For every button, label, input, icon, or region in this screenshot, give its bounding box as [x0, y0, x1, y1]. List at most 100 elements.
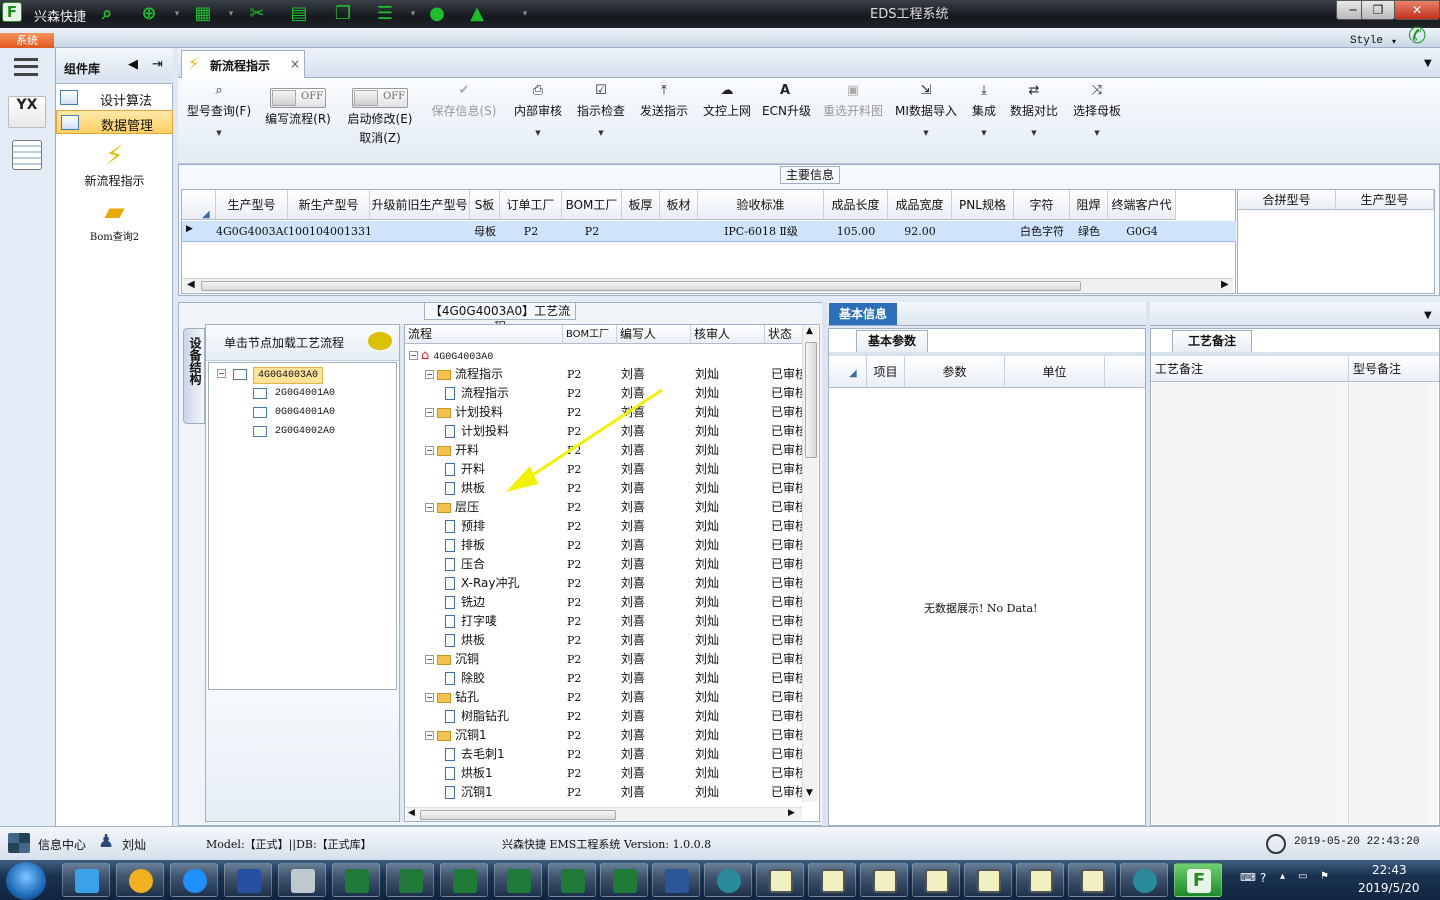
collapse-icon[interactable]: − [425, 693, 434, 702]
column-header[interactable]: 终端客户代码 [1108, 190, 1176, 242]
chevron-down-icon[interactable]: ▾ [1392, 37, 1396, 46]
status-cell[interactable]: 已审核 [771, 669, 803, 688]
column-header[interactable]: 板厚 [622, 190, 660, 220]
reviewer-cell[interactable]: 刘灿 [695, 631, 765, 650]
tab-list-icon[interactable]: ▼ [1424, 58, 1432, 69]
column-header[interactable]: 型号备注 [1349, 356, 1439, 382]
column-header[interactable]: 验收标准 [698, 190, 824, 220]
integrate-button[interactable]: ⤓ 集成 ▼ [968, 82, 1000, 154]
taskbar-app[interactable] [1068, 863, 1116, 897]
taskbar-app[interactable] [704, 863, 752, 897]
panel-menu-icon[interactable]: ▼ [1424, 310, 1432, 321]
bom-factory-cell[interactable]: P2 [567, 517, 617, 536]
chart-icon[interactable]: ▲ [464, 2, 490, 26]
process-row[interactable]: − 层压 P2刘喜刘灿已审核 [405, 498, 803, 517]
bom-factory-cell[interactable]: P2 [567, 593, 617, 612]
tray-date[interactable]: 2019/5/20 [1358, 881, 1420, 895]
bom-factory-cell[interactable]: P2 [567, 460, 617, 479]
writer-cell[interactable]: 刘喜 [621, 555, 691, 574]
write-flow-toggle[interactable]: OFF 编写流程(R) [260, 82, 336, 154]
reviewer-cell[interactable]: 刘灿 [695, 764, 765, 783]
user-icon[interactable]: ● [424, 2, 450, 26]
tray-time[interactable]: 22:43 [1372, 863, 1407, 877]
process-notes-tab[interactable]: 工艺备注 [1172, 330, 1252, 352]
start-edit-toggle[interactable]: OFF 启动修改(E) 取消(Z) [344, 82, 416, 154]
bom-factory-cell[interactable]: P2 [567, 726, 617, 745]
reviewer-cell[interactable]: 刘灿 [695, 517, 765, 536]
column-header[interactable]: 工艺备注 [1151, 356, 1349, 382]
status-cell[interactable]: 已审核 [771, 574, 803, 593]
status-cell[interactable]: 已审核 [771, 783, 803, 802]
scissors-icon[interactable]: ✂ [244, 2, 270, 26]
collapse-icon[interactable]: − [425, 731, 434, 740]
status-cell[interactable]: 已审核 [771, 517, 803, 536]
bom-factory-cell[interactable]: P2 [567, 745, 617, 764]
column-header[interactable]: 项目 [867, 356, 905, 388]
scroll-right-icon[interactable]: ▶ [1221, 279, 1229, 290]
vertical-splitter[interactable] [822, 302, 827, 826]
calculator-icon[interactable] [12, 140, 42, 170]
process-row[interactable]: 开料 P2刘喜刘灿已审核 [405, 460, 803, 479]
bom-factory-cell[interactable]: P2 [567, 403, 617, 422]
process-row[interactable]: 流程指示 P2刘喜刘灿已审核 [405, 384, 803, 403]
taskbar-app[interactable] [1016, 863, 1064, 897]
collapse-icon[interactable]: − [425, 503, 434, 512]
tree-node[interactable]: − 4G0G4003A0 [209, 365, 396, 384]
toggle-switch[interactable]: OFF [270, 88, 326, 108]
column-header[interactable]: 板材 [660, 190, 698, 220]
scroll-left-icon[interactable]: ◀ [408, 808, 415, 818]
bom-factory-cell[interactable]: P2 [567, 650, 617, 669]
process-note-textarea[interactable] [1152, 383, 1349, 824]
windows-icon[interactable] [8, 833, 30, 853]
chevron-down-icon[interactable]: ▾ [518, 2, 532, 26]
status-cell[interactable]: 已审核 [771, 441, 803, 460]
writer-cell[interactable]: 刘喜 [621, 688, 691, 707]
status-cell[interactable]: 已审核 [771, 764, 803, 783]
writer-cell[interactable]: 刘喜 [621, 707, 691, 726]
bom-factory-cell[interactable]: P2 [567, 479, 617, 498]
writer-cell[interactable]: 刘喜 [621, 536, 691, 555]
process-row[interactable]: 除胶 P2刘喜刘灿已审核 [405, 669, 803, 688]
phone-icon[interactable]: ✆ [1408, 24, 1426, 49]
search-icon[interactable]: ⌕ [94, 2, 120, 26]
tree-node[interactable]: 2G0G4002A0 [209, 422, 396, 441]
status-cell[interactable]: 已审核 [771, 498, 803, 517]
collapse-icon[interactable]: − [217, 369, 226, 378]
taskbar-app-eds[interactable]: F [1174, 863, 1222, 897]
collapse-icon[interactable]: − [425, 408, 434, 417]
reviewer-cell[interactable]: 刘灿 [695, 479, 765, 498]
textarea-scrollbar[interactable] [1336, 384, 1348, 824]
column-header[interactable]: 合拼型号 [1238, 190, 1336, 210]
process-row[interactable]: 树脂钻孔 P2刘喜刘灿已审核 [405, 707, 803, 726]
column-header[interactable]: 流程 [405, 325, 563, 344]
writer-cell[interactable]: 刘喜 [621, 574, 691, 593]
reviewer-cell[interactable]: 刘灿 [695, 384, 765, 403]
documents-icon[interactable]: ❐ [330, 2, 356, 26]
status-cell[interactable]: 已审核 [771, 612, 803, 631]
model-query-button[interactable]: ⌕ 型号查询(F) ▼ [184, 82, 254, 154]
system-tab[interactable]: 系统 [0, 33, 54, 48]
taskbar-app[interactable] [860, 863, 908, 897]
table-cell[interactable]: 母板 [470, 222, 500, 242]
table-cell[interactable] [370, 222, 470, 242]
tab-new-flow-instruction[interactable]: ⚡ 新流程指示 × [181, 50, 305, 78]
column-header[interactable]: 阻焊 [1070, 190, 1108, 220]
status-cell[interactable]: 已审核 [771, 403, 803, 422]
taskbar-app[interactable] [808, 863, 856, 897]
writer-cell[interactable]: 刘喜 [621, 365, 691, 384]
taskbar-app[interactable] [224, 863, 272, 897]
table-cell[interactable]: P2 [562, 222, 622, 242]
process-row[interactable]: 烘板1 P2刘喜刘灿已审核 [405, 764, 803, 783]
reviewer-cell[interactable]: 刘灿 [695, 555, 765, 574]
tree-node[interactable]: 0G0G4001A0 [209, 403, 396, 422]
bom-factory-cell[interactable]: P2 [567, 783, 617, 802]
status-cell[interactable]: 已审核 [771, 707, 803, 726]
status-cell[interactable]: 已审核 [771, 479, 803, 498]
mi-data-import-button[interactable]: ⇲ MI数据导入 ▼ [894, 82, 958, 154]
bom-factory-cell[interactable]: P2 [567, 688, 617, 707]
status-cell[interactable]: 已审核 [771, 555, 803, 574]
column-header[interactable]: 参数 [905, 356, 1005, 388]
reviewer-cell[interactable]: 刘灿 [695, 460, 765, 479]
reselect-cutting-chart-button[interactable]: ▣ 重选开料图 [818, 82, 888, 154]
status-cell[interactable]: 已审核 [771, 688, 803, 707]
